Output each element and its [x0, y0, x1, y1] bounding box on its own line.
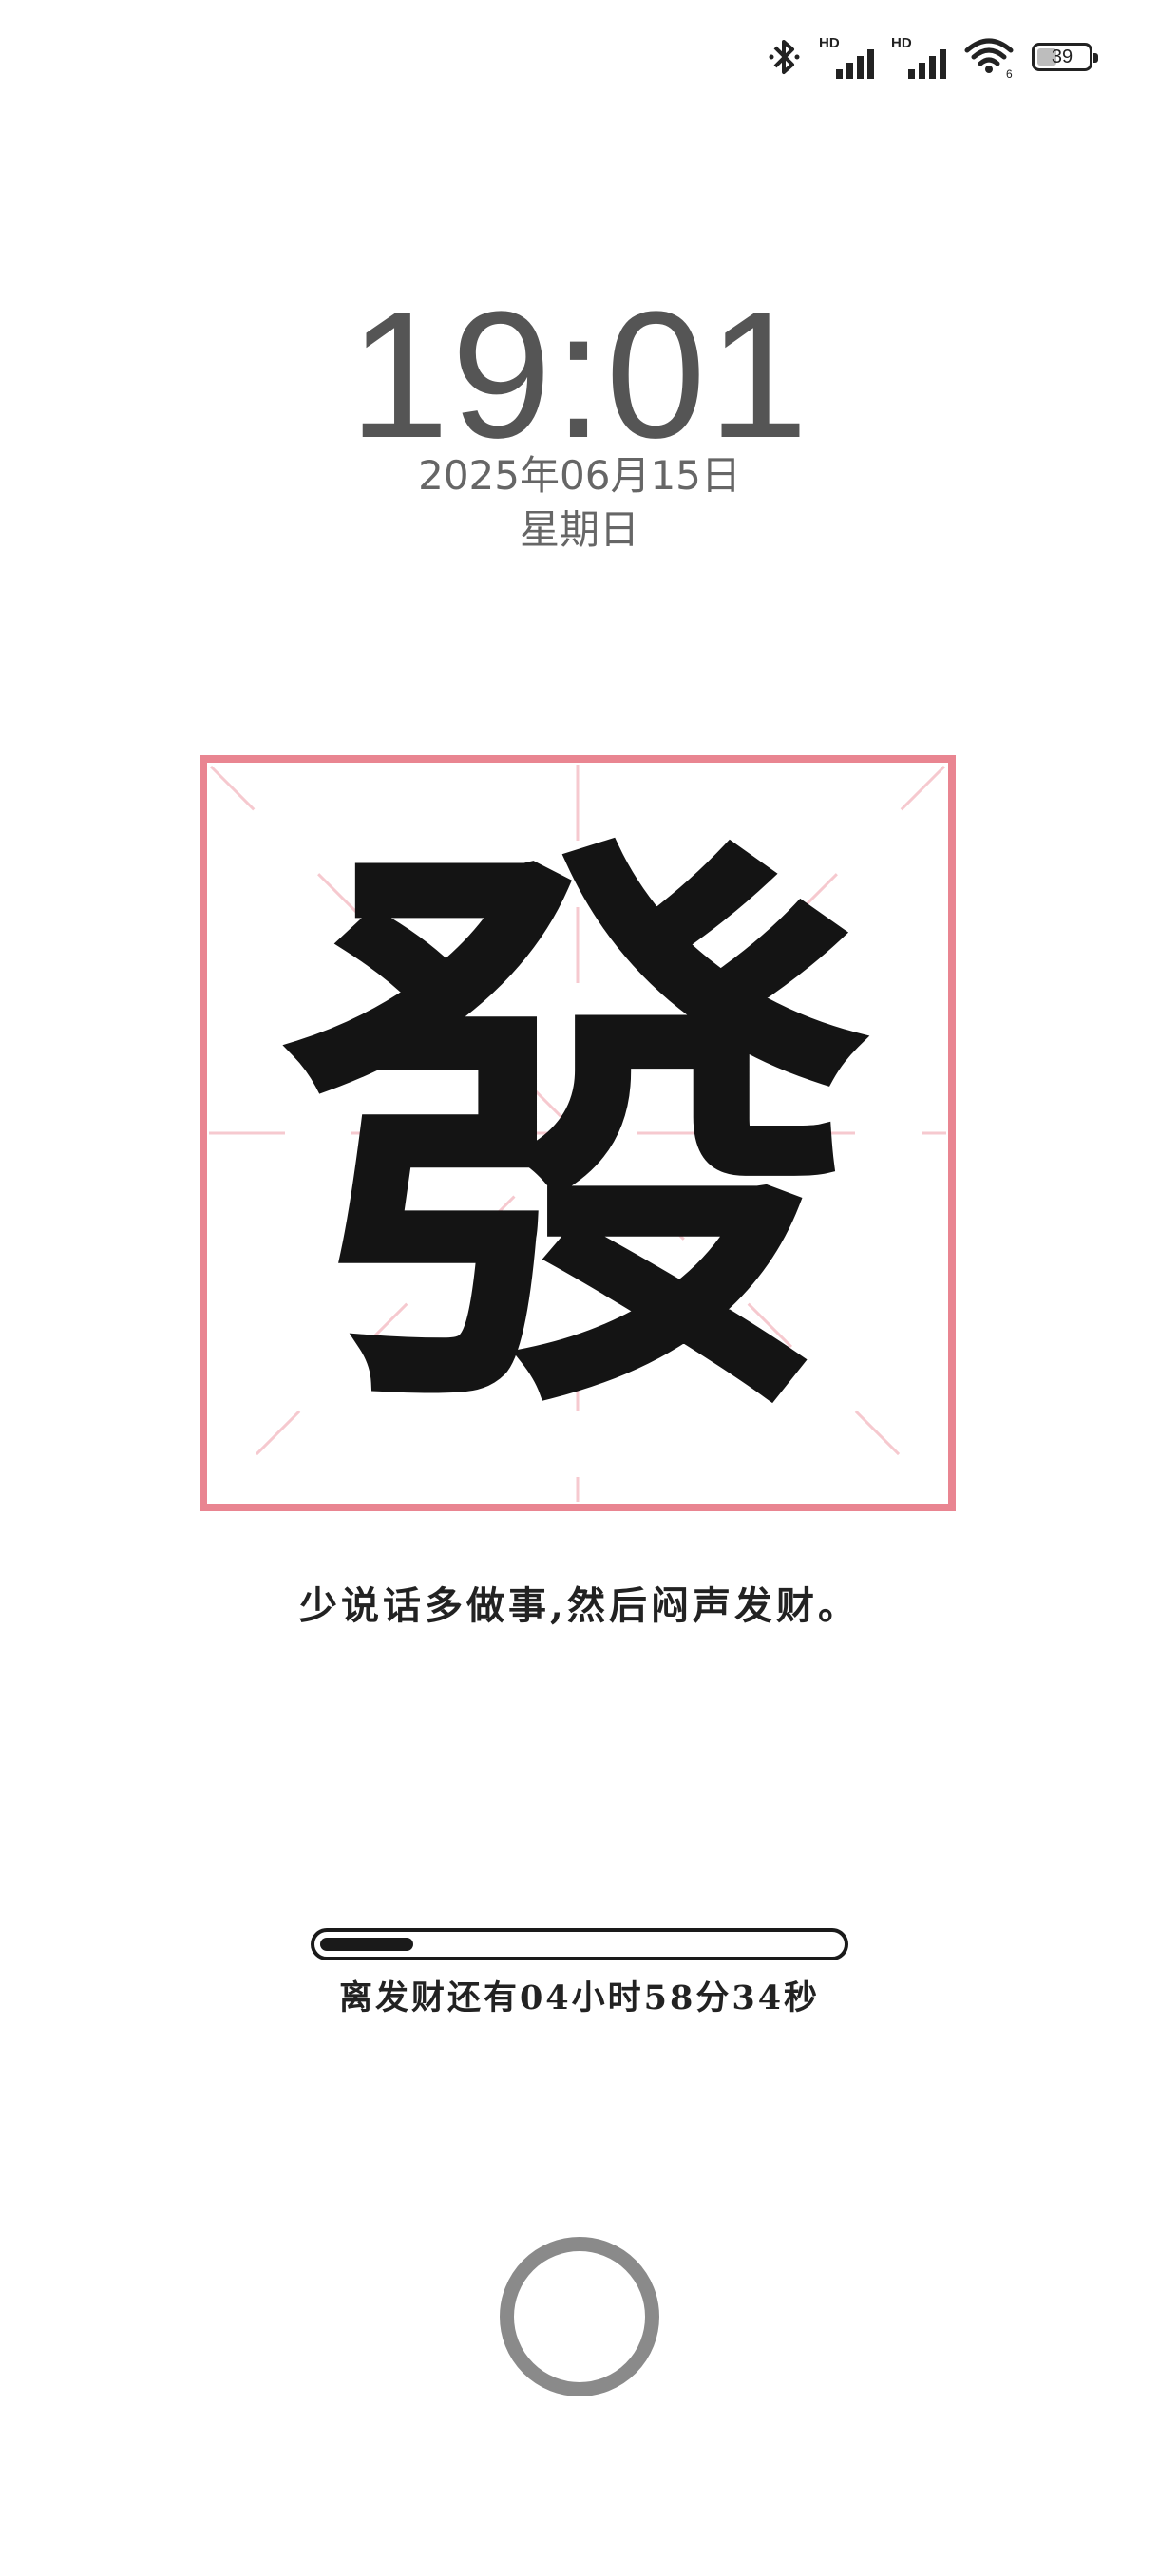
countdown-progress-bar	[311, 1928, 848, 1960]
lock-date: 2025年06月15日	[418, 452, 741, 499]
cellular-signal-icon: HD	[891, 35, 946, 79]
circle-home-icon[interactable]	[500, 2237, 659, 2396]
wifi-badge: 6	[1006, 67, 1013, 79]
motto-text: 少说话多做事,然后闷声发财。	[299, 1583, 860, 1628]
cellular-signal-icon: HD	[819, 35, 874, 79]
countdown-text: 离发财还有04小时58分34秒	[338, 1979, 821, 2017]
battery-level: 39	[1051, 46, 1074, 67]
lock-clock: 19:01	[349, 275, 810, 476]
battery-icon: 39	[1032, 43, 1098, 71]
lock-weekday: 星期日	[519, 506, 639, 553]
character-grid: 發	[200, 755, 956, 1511]
fortune-character: 發	[274, 790, 872, 1482]
bluetooth-icon	[768, 36, 802, 78]
status-bar: HD HD 6 39	[768, 28, 1098, 85]
progress-fill	[320, 1938, 414, 1951]
wifi-icon: 6	[963, 35, 1015, 79]
